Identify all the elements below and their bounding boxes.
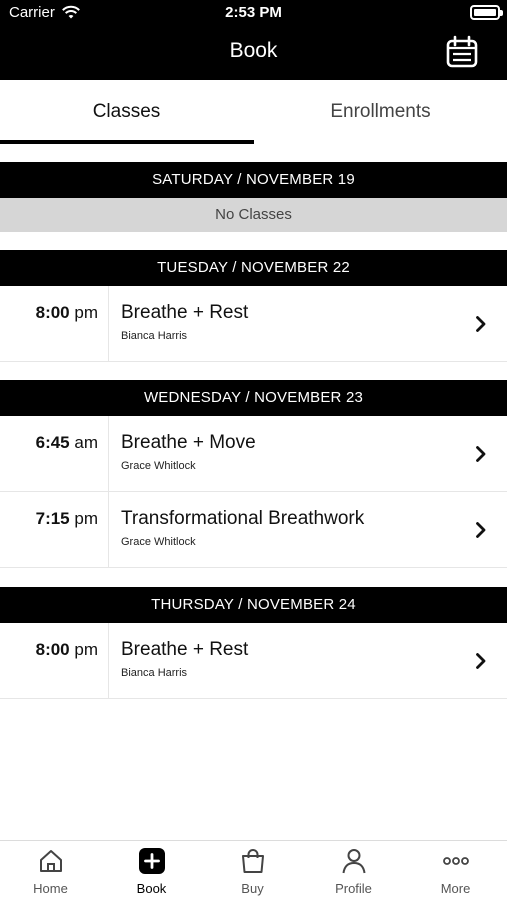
calendar-icon[interactable] xyxy=(445,35,479,69)
app-screen: Carrier 2:53 PM Book Classes Enrollments xyxy=(0,0,507,900)
top-bar: Carrier 2:53 PM Book xyxy=(0,0,507,80)
class-time: 6:45 am xyxy=(0,416,109,492)
active-tab-indicator xyxy=(0,140,254,144)
class-row[interactable]: 7:15 pm Transformational Breathwork Grac… xyxy=(0,492,507,568)
tabbar-profile[interactable]: Profile xyxy=(303,847,404,899)
tab-enrollments[interactable]: Enrollments xyxy=(254,80,507,144)
day-header: TUESDAY / NOVEMBER 22 xyxy=(0,250,507,286)
status-bar: Carrier 2:53 PM xyxy=(0,0,507,26)
tabbar-home[interactable]: Home xyxy=(0,847,101,899)
class-title: Breathe + Rest xyxy=(121,302,249,323)
tab-classes[interactable]: Classes xyxy=(0,80,253,144)
chevron-right-icon xyxy=(476,316,486,332)
tabbar-label: Profile xyxy=(335,881,372,896)
class-time-value: 7:15 xyxy=(35,509,70,528)
class-teacher: Bianca Harris xyxy=(121,330,188,342)
class-time-suffix: pm xyxy=(74,303,98,322)
battery-icon xyxy=(470,5,503,20)
class-time-value: 6:45 xyxy=(35,433,70,452)
tabbar-label: Book xyxy=(136,881,167,896)
class-time: 7:15 pm xyxy=(0,492,109,568)
chevron-right-icon xyxy=(476,446,486,462)
chevron-right-icon xyxy=(476,522,486,538)
tabbar-label: Buy xyxy=(241,881,264,896)
tabbar-more[interactable]: More xyxy=(405,847,506,899)
chevron-right-icon xyxy=(476,653,486,669)
page-title: Book xyxy=(229,39,278,62)
class-title: Breathe + Rest xyxy=(121,639,249,660)
day-header: WEDNESDAY / NOVEMBER 23 xyxy=(0,380,507,416)
no-classes-message: No Classes xyxy=(0,198,507,232)
more-dots-icon xyxy=(442,857,469,865)
class-row[interactable]: 6:45 am Breathe + Move Grace Whitlock xyxy=(0,416,507,492)
class-teacher: Grace Whitlock xyxy=(121,460,196,472)
class-title: Breathe + Move xyxy=(121,432,256,453)
class-time-suffix: pm xyxy=(74,509,98,528)
tabbar-buy[interactable]: Buy xyxy=(202,847,303,899)
class-time-suffix: am xyxy=(74,433,98,452)
plus-square-icon xyxy=(138,848,165,874)
class-row[interactable]: 8:00 pm Breathe + Rest Bianca Harris xyxy=(0,623,507,699)
class-teacher: Grace Whitlock xyxy=(121,536,196,548)
home-icon xyxy=(39,850,62,872)
shopping-bag-icon xyxy=(241,849,264,873)
day-header: SATURDAY / NOVEMBER 19 xyxy=(0,162,507,198)
class-time: 8:00 pm xyxy=(0,286,109,362)
person-icon xyxy=(342,849,365,874)
status-time: 2:53 PM xyxy=(225,4,282,21)
class-title: Transformational Breathwork xyxy=(121,508,365,529)
class-row[interactable]: 8:00 pm Breathe + Rest Bianca Harris xyxy=(0,286,507,362)
day-header: THURSDAY / NOVEMBER 24 xyxy=(0,587,507,623)
class-teacher: Bianca Harris xyxy=(121,667,188,679)
tabbar-label: More xyxy=(440,881,471,896)
class-time: 8:00 pm xyxy=(0,623,109,699)
class-time-value: 8:00 xyxy=(35,640,70,659)
tabbar-label: Home xyxy=(33,881,68,896)
bottom-tab-bar: Home Book Buy Profile More xyxy=(0,840,507,900)
class-time-suffix: pm xyxy=(74,640,98,659)
class-time-value: 8:00 xyxy=(35,303,70,322)
segment-tabs: Classes Enrollments xyxy=(0,80,507,144)
tabbar-book[interactable]: Book xyxy=(101,847,202,899)
